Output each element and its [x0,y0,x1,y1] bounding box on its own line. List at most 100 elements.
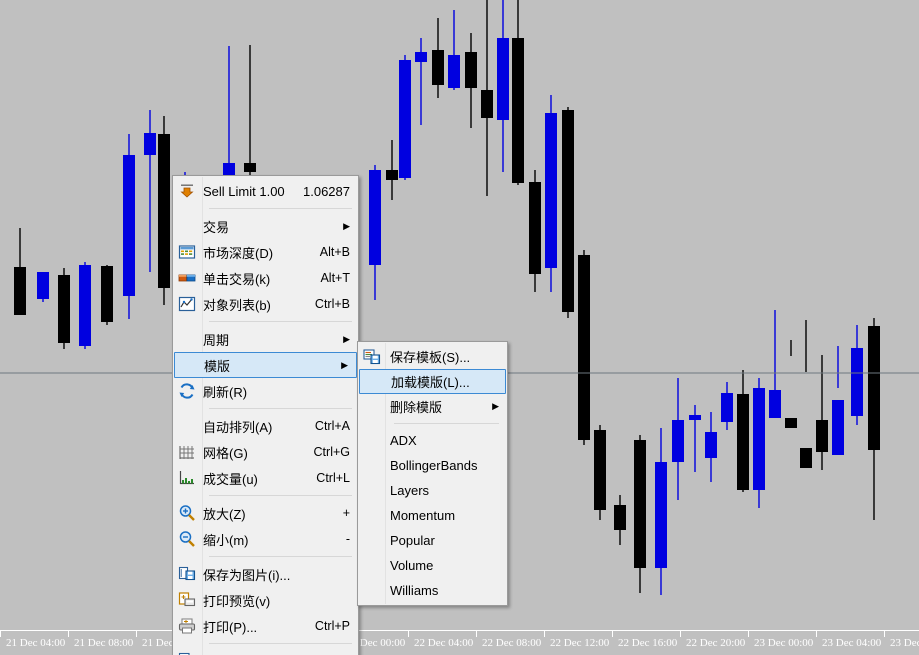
menu-item-shortcut: - [345,532,350,546]
axis-tick [408,631,409,637]
submenu-arrow-icon: ▶ [341,359,348,370]
candle-body [244,163,256,172]
menu-item-label: 市场深度(D) [203,245,274,261]
candle-body [37,272,49,299]
submenu-separator [394,423,499,424]
submenu-item-popular[interactable]: Popular [358,528,507,553]
axis-tick [544,631,545,637]
candle-body [785,418,797,428]
submenu-arrow-icon: ▶ [492,401,499,411]
candle-body [369,170,381,265]
menu-item-trade[interactable]: 交易 ▶ [173,213,358,239]
menu-item-shortcut: Ctrl+L [316,471,350,485]
axis-tick-label: 21 Dec 08:00 [74,637,134,649]
candle-body [868,326,880,450]
menu-item-label: 打印(P)... [203,619,258,635]
axis-tick-label: 22 Dec 04:00 [414,637,474,649]
menu-item-save-image[interactable]: 保存为图片(i)... [173,561,358,587]
sell-limit-label: Sell Limit 1.00 [203,183,285,199]
submenu-item-label: Williams [390,583,439,598]
submenu-item-bollingerbands[interactable]: BollingerBands [358,453,507,478]
submenu-item-momentum[interactable]: Momentum [358,503,507,528]
template-submenu[interactable]: 保存模板(S)... 加载模版(L)... 删除模版 ▶ ADX BollingerBan… [357,341,508,606]
menu-separator [209,208,352,209]
candle-body [101,266,113,322]
axis-tick [680,631,681,637]
menu-item-label: 打印预览(v) [203,593,271,609]
print-preview-icon [177,590,197,610]
candle-body [851,348,863,416]
axis-tick-label: 23 Dec 00:00 [754,637,814,649]
menu-item-print[interactable]: 打印(P)... Ctrl+P [173,613,358,639]
chart-context-menu[interactable]: Sell Limit 1.00 1.06287 交易 ▶ 市场深度(D) Alt+B 单… [172,175,359,655]
candle-body [769,390,781,418]
menu-item-label: 网格(G) [203,445,248,461]
candle-body [705,432,717,458]
submenu-item-volume-tpl[interactable]: Volume [358,553,507,578]
axis-tick-label: 22 Dec 12:00 [550,637,610,649]
menu-item-label: 属性(o)... [203,652,256,655]
axis-tick-label: 22 Dec 16:00 [618,637,678,649]
submenu-item-adx[interactable]: ADX [358,428,507,453]
candle-body [432,50,444,85]
submenu-arrow-icon: ▶ [343,220,350,231]
axis-tick [136,631,137,637]
grid-icon [177,442,197,462]
candle-body [512,38,524,183]
submenu-item-williams[interactable]: Williams [358,578,507,603]
candle-body [144,133,156,155]
properties-icon [177,651,197,655]
submenu-item-label: 删除模版 [390,400,443,415]
menu-item-period[interactable]: 周期 ▶ [173,326,358,352]
menu-item-shortcut: Alt+T [320,271,350,285]
submenu-arrow-icon: ▶ [343,333,350,344]
axis-tick-label: 21 Dec 04:00 [6,637,66,649]
candle-body [545,113,557,268]
candle-body [816,420,828,452]
menu-item-one-click[interactable]: 单击交易(k) Alt+T [173,265,358,291]
candle-body [481,90,493,118]
submenu-item-label: Layers [390,483,430,498]
menu-item-properties[interactable]: 属性(o)...F8 [173,648,358,655]
submenu-item-load-template[interactable]: 加载模版(L)... [359,369,506,394]
candle-body [689,415,701,420]
submenu-item-delete-template[interactable]: 删除模版 ▶ [358,394,507,419]
menu-item-object-list[interactable]: 对象列表(b) Ctrl+B [173,291,358,317]
print-icon [177,616,197,636]
menu-item-volume[interactable]: 成交量(u) Ctrl+L [173,465,358,491]
menu-item-sell-limit[interactable]: Sell Limit 1.00 1.06287 [173,178,358,204]
sell-limit-arrow-icon [177,181,197,201]
menu-item-template[interactable]: 模版 ▶ [174,352,357,378]
axis-tick [0,631,1,637]
menu-item-zoom-out[interactable]: 缩小(m) - [173,526,358,552]
menu-item-label: 自动排列(A) [203,419,273,435]
candle-body [634,440,646,568]
menu-item-shortcut: Ctrl+G [313,445,350,459]
menu-item-shortcut: Alt+B [319,245,350,259]
submenu-item-label: 加载模版(L)... [391,375,470,390]
candle-body [415,52,427,62]
candle-body [832,400,844,455]
axis-tick [748,631,749,637]
submenu-item-label: BollingerBands [390,458,478,473]
time-axis[interactable]: 21 Dec 04:0021 Dec 08:0021 Dec 12:0021 D… [0,630,919,655]
candle-body [448,55,460,88]
menu-item-refresh[interactable]: 刷新(R) [173,378,358,404]
candle-body [800,448,812,468]
candle-body [562,110,574,312]
submenu-item-save-template[interactable]: 保存模板(S)... [358,344,507,369]
submenu-item-label: 保存模板(S)... [390,350,471,365]
menu-item-zoom-in[interactable]: 放大(Z) + [173,500,358,526]
menu-item-market-depth[interactable]: 市场深度(D) Alt+B [173,239,358,265]
menu-item-label: 交易 [203,219,230,235]
object-list-icon [177,294,197,314]
candle-body [58,275,70,343]
menu-item-grid[interactable]: 网格(G) Ctrl+G [173,439,358,465]
menu-item-auto-arrange[interactable]: 自动排列(A) Ctrl+A [173,413,358,439]
menu-item-print-preview[interactable]: 打印预览(v) [173,587,358,613]
candle-body [737,394,749,490]
submenu-item-layers[interactable]: Layers [358,478,507,503]
menu-item-label: 模版 [204,358,231,374]
axis-tick [68,631,69,637]
zoom-out-icon [177,529,197,549]
